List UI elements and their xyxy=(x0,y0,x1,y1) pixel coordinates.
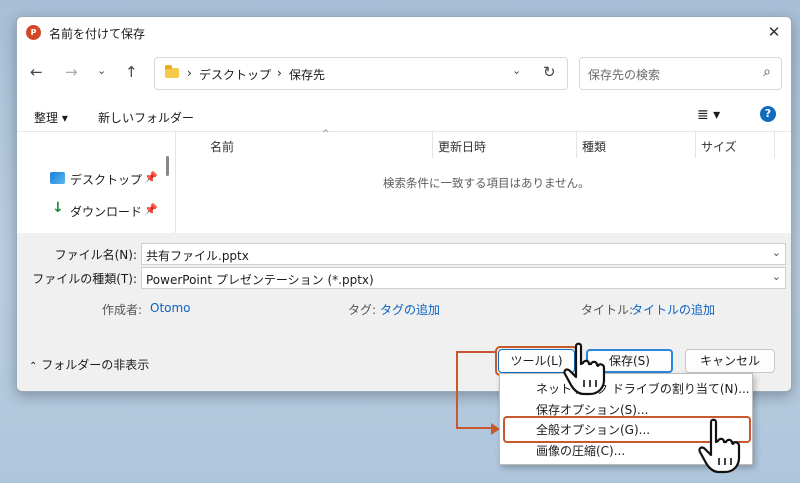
hand-pointer-icon xyxy=(698,418,741,474)
tags-label: タグ: xyxy=(348,303,377,317)
close-button[interactable]: ✕ xyxy=(757,17,791,49)
navigation-bar: ← → ⌄ ↑ › デスクトップ › 保存先 ⌄ ↻ 保存先の検索 ⌕ xyxy=(17,49,791,109)
breadcrumb-current[interactable]: 保存先 xyxy=(289,66,325,83)
column-divider[interactable] xyxy=(432,132,433,158)
download-arrow-icon: ↓ xyxy=(52,200,64,216)
refresh-icon[interactable]: ↻ xyxy=(543,63,556,81)
hide-folders-label: フォルダーの非表示 xyxy=(41,358,150,372)
column-header-type[interactable]: 種類 xyxy=(582,138,606,155)
forward-arrow-icon[interactable]: → xyxy=(65,63,78,81)
recent-locations-chevron-icon[interactable]: ⌄ xyxy=(97,64,106,77)
help-icon[interactable]: ? xyxy=(760,106,776,122)
column-divider[interactable] xyxy=(576,132,577,158)
empty-message: 検索条件に一致する項目はありません。 xyxy=(383,176,590,190)
filename-input[interactable]: 共有ファイル.pptx ⌄ xyxy=(141,243,786,265)
view-options-icon[interactable]: ≣ ▾ xyxy=(697,107,720,123)
breadcrumb-separator: › xyxy=(277,66,282,80)
powerpoint-app-icon: P xyxy=(26,25,41,40)
back-arrow-icon[interactable]: ← xyxy=(30,63,43,81)
breadcrumb-desktop[interactable]: デスクトップ xyxy=(199,66,271,83)
chevron-down-icon[interactable]: ⌄ xyxy=(772,270,781,283)
filetype-value: PowerPoint プレゼンテーション (*.pptx) xyxy=(146,273,374,287)
filename-value: 共有ファイル.pptx xyxy=(146,249,249,263)
column-divider[interactable] xyxy=(774,132,775,158)
pin-icon: 📌 xyxy=(144,171,158,184)
folder-icon xyxy=(165,65,179,78)
organize-menu-button[interactable]: 整理 ▾ xyxy=(34,109,68,126)
pin-icon: 📌 xyxy=(144,203,158,216)
file-list: ^ 名前 更新日時 種類 サイズ 検索条件に一致する項目はありません。 xyxy=(175,129,791,234)
command-bar: 整理 ▾ 新しいフォルダー ≣ ▾ ? xyxy=(17,106,791,131)
column-header-modified[interactable]: 更新日時 xyxy=(438,138,486,155)
new-folder-button[interactable]: 新しいフォルダー xyxy=(98,109,194,126)
browser-area: デスクトップ 📌 ↓ ダウンロード 📌 ^ 名前 更新日時 種類 サイズ 検索条… xyxy=(17,129,791,234)
search-icon[interactable]: ⌕ xyxy=(763,64,771,80)
sidebar-item-desktop[interactable]: デスクトップ xyxy=(70,171,142,188)
menu-item-general-options[interactable]: 全般オプション(G)... xyxy=(536,421,650,438)
search-box[interactable]: 保存先の検索 ⌕ xyxy=(579,57,782,90)
sort-caret-icon: ^ xyxy=(322,129,330,139)
hide-folders-toggle[interactable]: ⌃ フォルダーの非表示 xyxy=(29,356,149,373)
search-placeholder: 保存先の検索 xyxy=(588,68,661,82)
filename-label: ファイル名(N): xyxy=(54,248,137,262)
cancel-button[interactable]: キャンセル xyxy=(685,349,775,373)
title-label: タイトル: xyxy=(581,303,634,317)
chevron-down-icon[interactable]: ⌄ xyxy=(772,246,781,259)
filetype-select[interactable]: PowerPoint プレゼンテーション (*.pptx) ⌄ xyxy=(141,267,786,289)
column-divider[interactable] xyxy=(695,132,696,158)
sidebar-item-downloads[interactable]: ダウンロード xyxy=(70,203,142,220)
dialog-title: 名前を付けて保存 xyxy=(49,27,146,41)
nav-pane-scrollbar[interactable] xyxy=(166,156,169,176)
tags-value[interactable]: タグの追加 xyxy=(380,301,440,318)
column-header-size[interactable]: サイズ xyxy=(701,138,737,155)
navigation-pane: デスクトップ 📌 ↓ ダウンロード 📌 xyxy=(17,132,175,234)
title-bar: P 名前を付けて保存 ✕ xyxy=(17,17,791,49)
callout-connector xyxy=(456,427,492,429)
filetype-label: ファイルの種類(T): xyxy=(32,272,137,286)
breadcrumb-separator: › xyxy=(187,66,192,80)
title-value[interactable]: タイトルの追加 xyxy=(631,301,715,318)
up-arrow-icon[interactable]: ↑ xyxy=(125,63,138,81)
callout-connector xyxy=(456,351,496,353)
callout-connector xyxy=(456,351,458,428)
chevron-up-icon: ⌃ xyxy=(29,361,38,372)
desktop-icon xyxy=(50,172,65,184)
save-as-dialog: P 名前を付けて保存 ✕ ← → ⌄ ↑ › デスクトップ › 保存先 ⌄ ↻ … xyxy=(16,16,792,392)
author-value[interactable]: Otomo xyxy=(150,301,191,315)
address-history-chevron-icon[interactable]: ⌄ xyxy=(512,64,521,77)
author-label: 作成者: xyxy=(102,303,143,317)
column-header-name[interactable]: 名前 xyxy=(210,138,234,155)
hand-pointer-icon xyxy=(563,342,606,396)
menu-item-compress-pictures[interactable]: 画像の圧縮(C)... xyxy=(536,442,625,459)
address-bar[interactable]: › デスクトップ › 保存先 ⌄ ↻ xyxy=(154,57,568,90)
